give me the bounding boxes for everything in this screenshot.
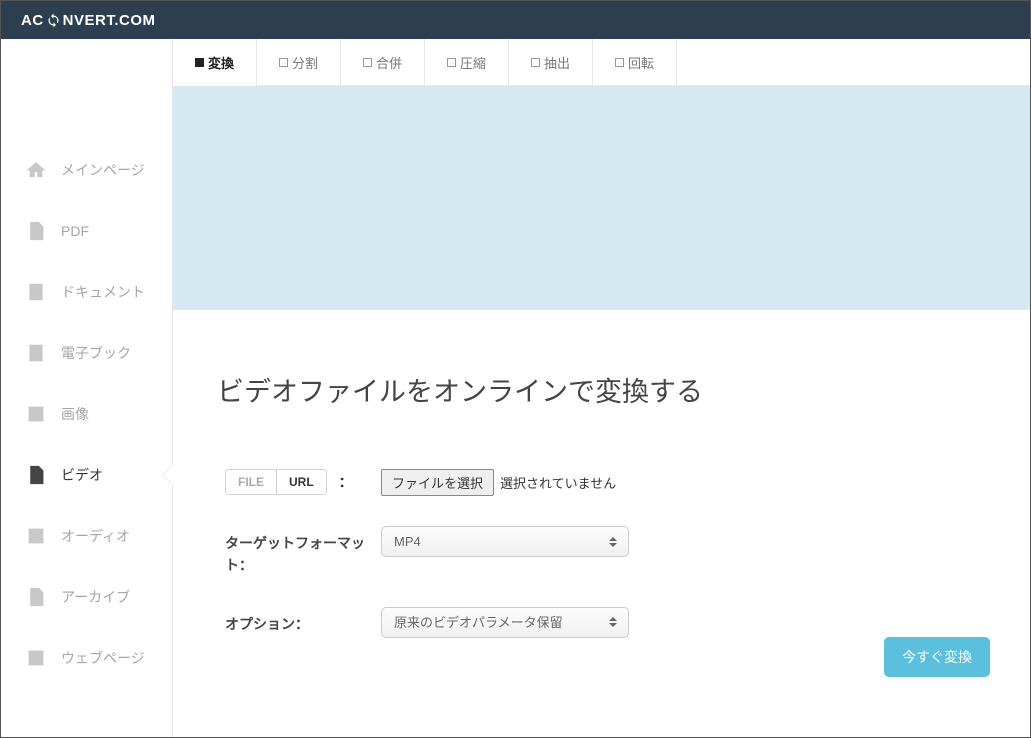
- tabs-row: 変換 分割 合併 圧縮 抽出: [173, 39, 1030, 86]
- url-tab-button[interactable]: URL: [277, 470, 326, 494]
- ebook-icon: [25, 342, 47, 364]
- svg-text:W: W: [33, 290, 40, 297]
- colon: ：: [339, 472, 353, 492]
- square-filled-icon: [195, 58, 204, 67]
- sidebar-item-mainpage[interactable]: メインページ: [1, 139, 172, 200]
- logo-text-left: AC: [21, 12, 44, 29]
- options-row: オプション： 原来のビデオパラメータ保留: [213, 607, 990, 638]
- content-area: ビデオファイルをオンラインで変換する FILE URL ： ファイルを選択 選択…: [173, 310, 1030, 737]
- sidebar-item-label: 画像: [61, 404, 89, 424]
- format-select[interactable]: MP4: [381, 526, 629, 557]
- tab-split[interactable]: 分割: [257, 39, 341, 86]
- sidebar-item-document[interactable]: W ドキュメント: [1, 261, 172, 322]
- tab-extract[interactable]: 抽出: [509, 39, 593, 86]
- page-title: ビデオファイルをオンラインで変換する: [213, 370, 990, 409]
- tab-label: 抽出: [544, 53, 570, 72]
- sidebar-item-label: メインページ: [61, 160, 145, 180]
- square-outline-icon: [615, 58, 624, 67]
- sidebar-item-ebook[interactable]: 電子ブック: [1, 322, 172, 383]
- sidebar-item-audio[interactable]: オーディオ: [1, 505, 172, 566]
- ad-placeholder: [173, 86, 1030, 310]
- home-icon: [25, 159, 47, 181]
- image-icon: [25, 403, 47, 425]
- sidebar-item-label: ドキュメント: [61, 282, 145, 302]
- options-label: オプション：: [225, 607, 381, 635]
- tab-label: 分割: [292, 53, 318, 72]
- sidebar-item-pdf[interactable]: 品 PDF: [1, 200, 172, 261]
- file-picker: ファイルを選択 選択されていません: [381, 469, 616, 496]
- pdf-icon: 品: [25, 220, 47, 242]
- file-tab-button[interactable]: FILE: [226, 470, 277, 494]
- site-header: AC NVERT.COM: [1, 1, 1030, 39]
- file-status: 選択されていません: [500, 473, 616, 492]
- sidebar-item-label: PDF: [61, 223, 89, 239]
- square-outline-icon: [531, 58, 540, 67]
- sidebar: メインページ 品 PDF W ドキュメント 電子ブック: [1, 39, 173, 737]
- tab-rotate[interactable]: 回転: [593, 39, 677, 86]
- choose-file-button[interactable]: ファイルを選択: [381, 469, 494, 496]
- recycle-icon: [46, 13, 61, 28]
- sidebar-item-label: 電子ブック: [61, 343, 131, 363]
- tab-merge[interactable]: 合併: [341, 39, 425, 86]
- tab-label: 合併: [376, 53, 402, 72]
- sidebar-item-label: ウェブページ: [61, 648, 145, 668]
- options-select[interactable]: 原来のビデオパラメータ保留: [381, 607, 629, 638]
- tab-spacer: [677, 39, 1030, 86]
- archive-icon: [25, 586, 47, 608]
- audio-icon: [25, 525, 47, 547]
- source-toggle: FILE URL: [225, 469, 327, 495]
- sidebar-item-image[interactable]: 画像: [1, 383, 172, 444]
- format-label: ターゲットフォーマット：: [225, 526, 381, 577]
- svg-text:品: 品: [33, 232, 38, 238]
- tab-label: 回転: [628, 53, 654, 72]
- sidebar-item-webpage[interactable]: ウェブページ: [1, 627, 172, 688]
- tab-label: 圧縮: [460, 53, 486, 72]
- convert-now-button[interactable]: 今すぐ変換: [884, 637, 990, 677]
- tab-convert[interactable]: 変換: [173, 39, 257, 86]
- logo-text-right: NVERT.COM: [63, 12, 156, 29]
- sidebar-item-archive[interactable]: アーカイブ: [1, 566, 172, 627]
- video-icon: [25, 464, 47, 486]
- sidebar-item-label: アーカイブ: [61, 587, 130, 607]
- webpage-icon: [25, 647, 47, 669]
- document-icon: W: [25, 281, 47, 303]
- main-area: 変換 分割 合併 圧縮 抽出: [173, 39, 1030, 737]
- square-outline-icon: [279, 58, 288, 67]
- source-row: FILE URL ： ファイルを選択 選択されていません: [213, 469, 990, 496]
- sidebar-item-label: ビデオ: [61, 465, 103, 485]
- tab-compress[interactable]: 圧縮: [425, 39, 509, 86]
- tab-label: 変換: [208, 53, 234, 72]
- format-row: ターゲットフォーマット： MP4: [213, 526, 990, 577]
- square-outline-icon: [447, 58, 456, 67]
- square-outline-icon: [363, 58, 372, 67]
- sidebar-item-video[interactable]: ビデオ: [1, 444, 172, 505]
- sidebar-item-label: オーディオ: [61, 526, 130, 546]
